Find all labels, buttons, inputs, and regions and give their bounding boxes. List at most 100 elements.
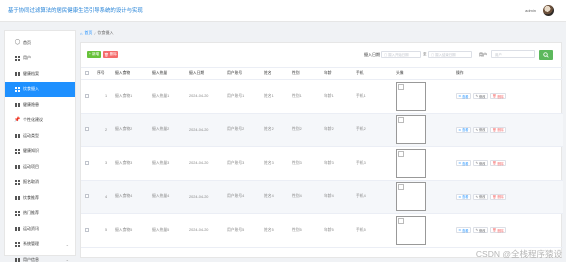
sidebar-item[interactable]: 运动资讯 (5, 221, 75, 237)
cell-name: 姓名1 (264, 79, 292, 114)
chevron-down-icon: ⌄ (65, 241, 69, 247)
column-header[interactable]: 摄入日期 (189, 67, 227, 80)
row-delete-button[interactable]: 🗑 删除 (489, 93, 507, 100)
cell-avatar (396, 213, 456, 248)
breadcrumb-home[interactable]: 首页 (84, 30, 92, 36)
search-icon (543, 52, 549, 58)
cell-avatar (396, 180, 456, 214)
column-header[interactable]: 用户账号 (227, 67, 264, 80)
grid-icon (15, 133, 20, 138)
view-button-label: 查看 (462, 228, 469, 233)
user-name[interactable]: admin (525, 8, 536, 13)
row-select-cell[interactable] (81, 146, 97, 181)
edit-button[interactable]: ✎ 修改 (472, 160, 488, 167)
sidebar-item[interactable]: 饮食推荐 (5, 190, 75, 206)
sidebar-item[interactable]: 系统管理 ⌄ (5, 237, 75, 253)
sidebar-item[interactable]: 运动项目 (5, 159, 75, 175)
row-checkbox[interactable] (85, 160, 89, 165)
cell-account: 用户账号4 (227, 180, 264, 214)
view-button[interactable]: ⊙ 查看 (456, 227, 471, 234)
column-header[interactable]: 摄入热量 (152, 67, 189, 80)
row-delete-button-label: 删除 (497, 128, 504, 133)
sidebar-item[interactable]: ◯ 首页 (5, 35, 75, 51)
edit-button[interactable]: ✎ 修改 (472, 93, 488, 100)
sidebar-item[interactable]: 运动类型 (5, 128, 75, 144)
grid-icon (15, 257, 20, 262)
cell-date: 2024-04-20 (189, 146, 227, 181)
row-checkbox[interactable] (85, 227, 89, 232)
column-header[interactable]: 手机 (356, 67, 396, 80)
table-row[interactable]: 4 摄入食物4 摄入热量4 2024-04-20 用户账号4 姓名4 性别4 年… (81, 180, 563, 214)
search-button[interactable] (539, 50, 553, 60)
column-header[interactable]: 摄入食物 (115, 67, 152, 80)
date-start-input[interactable]: ▢ 摄入开始日期 (381, 51, 421, 58)
avatar-image[interactable] (396, 115, 426, 145)
table-row[interactable]: 2 摄入食物2 摄入热量2 2024-04-20 用户账号2 姓名2 性别2 年… (81, 113, 563, 147)
cell-name: 姓名2 (264, 113, 292, 147)
pin-icon: 📌 (14, 116, 21, 123)
view-button[interactable]: ⊙ 查看 (456, 193, 471, 200)
cell-phone: 手机2 (356, 113, 396, 147)
date-end-input[interactable]: ▢ 摄入结束日期 (428, 51, 472, 58)
sidebar-item[interactable]: 报名取消 (5, 175, 75, 191)
sidebar-item[interactable]: 健康知识 (5, 144, 75, 160)
table-row[interactable]: 5 摄入食物5 摄入热量5 2024-04-20 用户账号5 姓名5 性别5 年… (81, 213, 563, 248)
edit-icon: ✎ (475, 161, 479, 166)
table-row[interactable]: 3 摄入食物3 摄入热量3 2024-04-20 用户账号3 姓名3 性别3 年… (81, 146, 563, 181)
app-title: 基于协同过滤算法的居民健康生活引导系统的设计与实现 (8, 8, 143, 14)
column-header[interactable]: 年龄 (324, 67, 356, 80)
row-checkbox[interactable] (85, 194, 89, 199)
sidebar-item[interactable]: 用户信息 ⌄ (5, 252, 75, 262)
edit-button[interactable]: ✎ 修改 (472, 227, 488, 234)
home-icon: ⌂ (80, 30, 83, 36)
avatar-image[interactable] (396, 148, 426, 178)
breadcrumb: ⌂ 首页 / 饮食摄入 (80, 28, 562, 38)
main-content: ⌂ 首页 / 饮食摄入 + 新增 🗑 删除 摄入日期 ▢ 摄入开始日期 至 ▢ … (80, 28, 563, 258)
cell-actions: ⊙ 查看 ✎ 修改 🗑 删除 (456, 79, 563, 114)
select-all-checkbox[interactable] (85, 71, 89, 75)
sidebar-item[interactable]: 饮食摄入 (5, 81, 75, 97)
header-select-all[interactable] (81, 67, 97, 80)
eye-icon: ⊙ (458, 127, 462, 132)
add-button[interactable]: + 新增 (87, 51, 101, 58)
avatar-image[interactable] (396, 215, 426, 245)
row-delete-button[interactable]: 🗑 删除 (489, 227, 507, 234)
column-header[interactable]: 姓名 (264, 67, 292, 80)
cell-gender: 性别1 (292, 79, 324, 114)
trash-icon: 🗑 (492, 127, 497, 132)
view-button-label: 查看 (462, 128, 469, 133)
avatar-image[interactable] (396, 81, 426, 111)
table-row[interactable]: 1 摄入食物1 摄入热量1 2024-04-20 用户账号1 姓名1 性别1 年… (81, 79, 563, 114)
row-select-cell[interactable] (81, 79, 97, 114)
delete-button[interactable]: 🗑 删除 (103, 51, 118, 58)
view-button[interactable]: ⊙ 查看 (456, 126, 471, 133)
grid-icon (15, 226, 20, 231)
row-select-cell[interactable] (81, 213, 97, 248)
column-header: 操作 (456, 67, 563, 80)
sidebar-item[interactable]: 健康隐患 (5, 97, 75, 113)
sidebar-item[interactable]: 📌 个性化建议 (5, 113, 75, 129)
row-checkbox[interactable] (85, 127, 89, 132)
row-delete-button[interactable]: 🗑 删除 (489, 160, 507, 167)
user-search-input[interactable]: 用户 (491, 50, 535, 58)
avatar[interactable] (543, 5, 554, 16)
column-header: 序号 (97, 67, 115, 80)
grid-icon (15, 164, 20, 169)
row-delete-button-label: 删除 (497, 195, 504, 200)
sidebar-item[interactable]: 热门推荐 (5, 206, 75, 222)
row-checkbox[interactable] (85, 93, 89, 98)
column-header[interactable]: 性别 (292, 67, 324, 80)
avatar-image[interactable] (396, 182, 426, 212)
view-button[interactable]: ⊙ 查看 (456, 160, 471, 167)
edit-button[interactable]: ✎ 修改 (472, 126, 488, 133)
view-button[interactable]: ⊙ 查看 (456, 93, 471, 100)
edit-button[interactable]: ✎ 修改 (472, 193, 488, 200)
row-delete-button[interactable]: 🗑 删除 (489, 126, 507, 133)
row-delete-button-label: 删除 (497, 228, 504, 233)
row-select-cell[interactable] (81, 113, 97, 147)
row-delete-button[interactable]: 🗑 删除 (489, 193, 507, 200)
row-select-cell[interactable] (81, 180, 97, 214)
sidebar-item[interactable]: 健康档案 (5, 66, 75, 82)
sidebar-item-label: 饮食摄入 (23, 86, 39, 92)
sidebar-item[interactable]: 用户 (5, 51, 75, 67)
